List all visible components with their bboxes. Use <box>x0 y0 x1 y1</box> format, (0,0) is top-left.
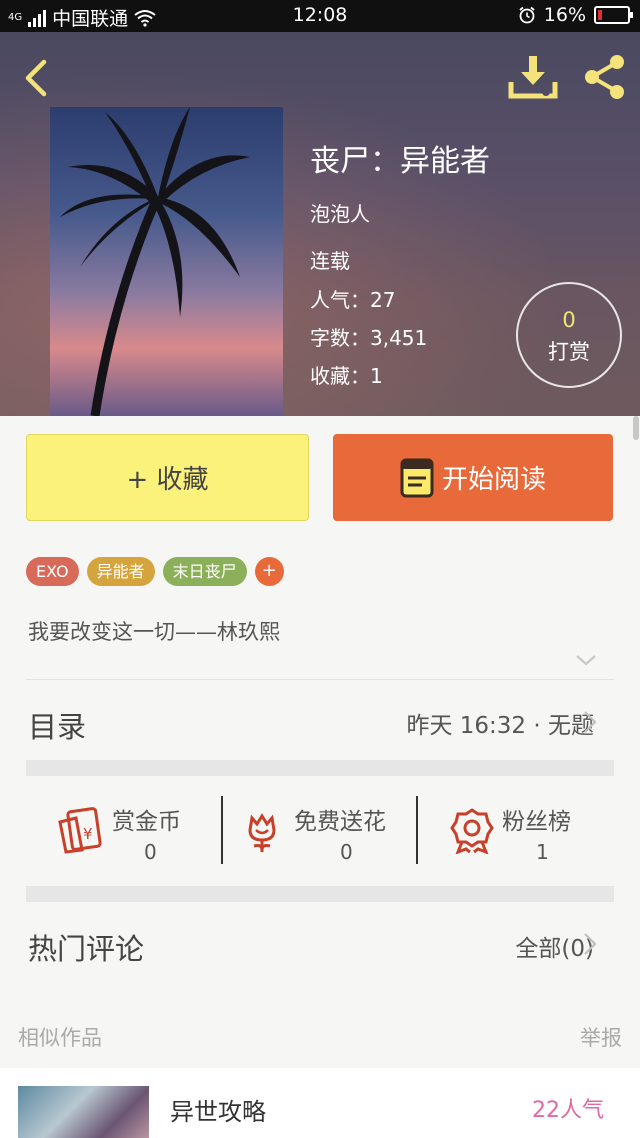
tag-esper[interactable]: 异能者 <box>86 557 155 586</box>
reward-gold-coin-value: 0 <box>144 840 157 864</box>
book-word-count: 字数：3,451 <box>310 326 428 350</box>
battery-percent: 16% <box>543 4 586 26</box>
section-separator <box>26 760 614 776</box>
flower-icon <box>248 813 276 852</box>
medal-icon <box>450 808 494 854</box>
red-envelope-icon: ¥ <box>58 807 102 854</box>
add-favorite-button[interactable]: + 收藏 <box>26 434 309 521</box>
vertical-divider <box>416 796 418 864</box>
tag-doomsday-zombie[interactable]: 末日丧尸 <box>162 557 247 586</box>
download-icon[interactable] <box>508 52 558 102</box>
alarm-icon <box>519 6 535 24</box>
reward-free-flower-value: 0 <box>340 840 353 864</box>
book-header: 丧尸：异能者 泡泡人 连载 人气：27 字数：3,451 收藏：1 0 打赏 <box>0 32 640 416</box>
book-status: 连载 <box>310 249 350 273</box>
report-link[interactable]: 举报 <box>580 1022 622 1052</box>
start-reading-button[interactable]: 开始阅读 <box>333 434 613 521</box>
reward-free-flower-label: 免费送花 <box>294 809 386 835</box>
share-icon[interactable] <box>580 52 630 102</box>
similar-book-popularity: 22人气 <box>532 1098 604 1123</box>
reward-fan-ranking-label: 粉丝榜 <box>502 809 571 835</box>
tip-count: 0 <box>562 308 576 332</box>
add-favorite-label: + 收藏 <box>126 465 209 495</box>
book-intro: 我要改变这一切——林玖熙 <box>28 620 280 644</box>
scrollbar[interactable] <box>633 416 639 440</box>
hot-comments-title: 热门评论 <box>28 932 145 966</box>
reward-fan-ranking-value: 1 <box>536 840 549 864</box>
divider <box>26 679 614 680</box>
similar-book-title: 异世攻略 <box>170 1098 266 1126</box>
tag-list: EXO 异能者 末日丧尸 + <box>26 557 284 586</box>
tip-label: 打赏 <box>548 340 590 364</box>
chevron-right-icon[interactable] <box>582 710 598 734</box>
tip-button[interactable]: 0 打赏 <box>516 282 622 388</box>
vertical-divider <box>221 796 223 864</box>
back-icon[interactable] <box>18 56 58 100</box>
section-separator <box>26 886 614 902</box>
catalog-latest-chapter[interactable]: 昨天 16:32 · 无题 <box>406 706 594 740</box>
tag-exo[interactable]: EXO <box>26 557 79 586</box>
book-author[interactable]: 泡泡人 <box>310 198 370 227</box>
book-popularity: 人气：27 <box>310 288 396 312</box>
reward-gold-coin-label: 赏金币 <box>112 809 181 835</box>
battery-icon <box>594 6 633 24</box>
status-bar: 4G 中国联通 12:08 16% <box>0 0 640 32</box>
book-icon <box>400 458 434 497</box>
catalog-title[interactable]: 目录 <box>28 704 86 746</box>
start-reading-label: 开始阅读 <box>441 465 546 495</box>
add-tag-button[interactable]: + <box>254 557 284 586</box>
similar-book-cover <box>18 1086 149 1138</box>
chevron-down-icon[interactable] <box>574 650 598 670</box>
book-cover[interactable] <box>50 107 283 416</box>
chevron-right-icon[interactable] <box>582 932 598 956</box>
similar-works-title: 相似作品 <box>18 1026 102 1050</box>
book-favorites: 收藏：1 <box>310 364 383 388</box>
palm-tree-illustration <box>60 107 250 416</box>
list-item[interactable]: 异世攻略 22人气 <box>0 1068 640 1138</box>
svg-text:¥: ¥ <box>83 825 93 843</box>
book-title: 丧尸：异能者 <box>310 144 490 179</box>
